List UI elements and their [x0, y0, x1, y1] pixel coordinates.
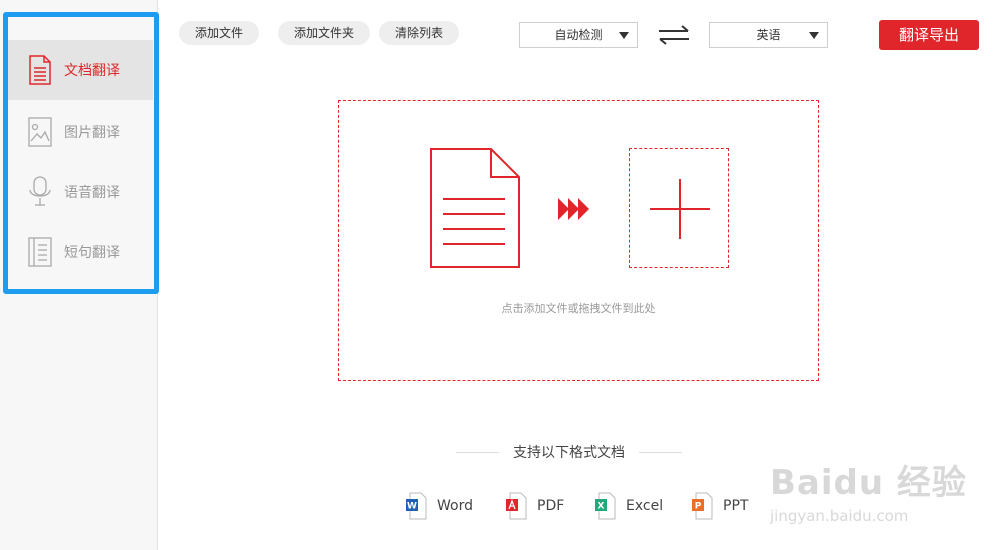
clear-list-button[interactable]: 清除列表 — [379, 21, 460, 45]
sidebar-item-image-translate[interactable]: 图片翻译 — [8, 102, 153, 162]
source-language-value: 自动检测 — [554, 28, 603, 42]
text-page-icon — [28, 236, 52, 268]
divider — [456, 451, 499, 453]
format-excel: X Excel — [594, 491, 663, 521]
sidebar-item-label: 语音翻译 — [64, 185, 120, 201]
svg-text:W: W — [407, 502, 417, 512]
svg-text:X: X — [598, 502, 605, 512]
format-pdf: PDF — [505, 491, 564, 521]
file-icon — [429, 147, 521, 273]
format-label: Word — [437, 498, 473, 514]
format-word: W Word — [405, 491, 473, 521]
excel-icon: X — [594, 492, 616, 520]
target-language-value: 英语 — [756, 28, 781, 42]
sidebar-item-document-translate[interactable]: 文档翻译 — [8, 40, 153, 100]
sidebar-item-label: 文档翻译 — [64, 63, 120, 79]
sidebar: 文档翻译 图片翻译 语音翻译 短句翻译 — [0, 0, 158, 550]
file-drop-zone[interactable]: 点击添加文件或拖拽文件到此处 — [338, 100, 819, 381]
target-language-select[interactable]: 英语 — [709, 22, 828, 48]
image-icon — [28, 116, 52, 148]
format-ppt: P PPT — [691, 491, 748, 521]
watermark-brand: Baidu 经验 — [770, 463, 967, 503]
document-icon — [28, 54, 52, 86]
chevron-down-icon — [619, 32, 629, 39]
drop-hint-text: 点击添加文件或拖拽文件到此处 — [501, 302, 656, 315]
microphone-icon — [28, 176, 52, 208]
sidebar-item-label: 图片翻译 — [64, 125, 120, 141]
format-label: Excel — [626, 498, 664, 514]
swap-arrows-icon[interactable] — [657, 24, 691, 46]
supported-formats-heading: 支持以下格式文档 — [456, 442, 682, 462]
chevron-down-icon — [809, 32, 819, 39]
word-icon: W — [405, 492, 427, 520]
add-file-button[interactable]: 添加文件 — [179, 21, 260, 45]
format-label: PDF — [537, 498, 565, 514]
triple-arrow-icon — [558, 198, 590, 224]
pdf-icon — [505, 492, 527, 520]
svg-text:P: P — [695, 502, 702, 512]
translate-export-button[interactable]: 翻译导出 — [879, 20, 979, 50]
supported-formats-title: 支持以下格式文档 — [513, 445, 625, 461]
ppt-icon: P — [691, 492, 713, 520]
sidebar-item-sentence-translate[interactable]: 短句翻译 — [8, 222, 153, 282]
add-folder-button[interactable]: 添加文件夹 — [278, 21, 371, 45]
app-window: 文档翻译 图片翻译 语音翻译 短句翻译 添加文件 添加文件夹 清除列表 自动检测… — [0, 0, 1000, 550]
format-label: PPT — [723, 498, 749, 514]
baidu-watermark: Baidu 经验 jingyan.baidu.com — [770, 455, 1000, 535]
sidebar-item-label: 短句翻译 — [64, 245, 120, 261]
divider — [639, 451, 682, 453]
watermark-url: jingyan.baidu.com — [770, 507, 909, 525]
sidebar-item-voice-translate[interactable]: 语音翻译 — [8, 162, 153, 222]
source-language-select[interactable]: 自动检测 — [519, 22, 638, 48]
plus-icon-vertical — [679, 179, 681, 239]
add-file-plus-box[interactable] — [629, 148, 729, 268]
